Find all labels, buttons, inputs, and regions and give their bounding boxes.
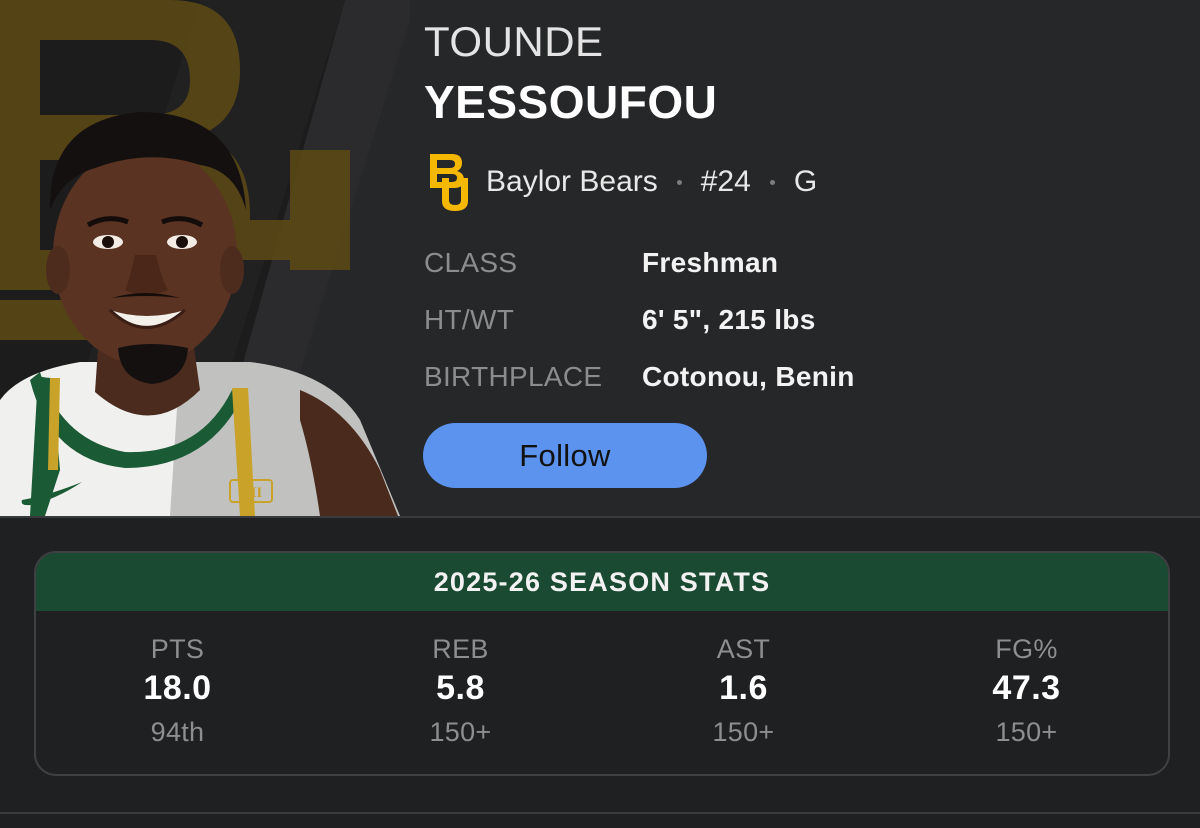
stat-rank: 150+ [429, 717, 492, 747]
player-first-name: TOUNDE [424, 18, 604, 65]
stat-rank: 150+ [712, 717, 775, 747]
player-profile-page: XII TOUNDE YESSOUFOU Baylor Bears #24 G [0, 0, 1200, 828]
season-stats-row: PTS 18.0 94th REB 5.8 150+ AST 1.6 150+ … [36, 611, 1168, 774]
player-header: XII TOUNDE YESSOUFOU Baylor Bears #24 G [0, 0, 1200, 516]
bio-row-class: CLASS Freshman [424, 234, 855, 291]
separator-dot [769, 179, 775, 185]
stat-value: 5.8 [436, 669, 485, 707]
separator-dot [676, 179, 682, 185]
bio-row-height-weight: HT/WT 6' 5", 215 lbs [424, 291, 855, 348]
bio-value: Freshman [642, 246, 779, 278]
bottom-divider [0, 812, 1200, 814]
baylor-bu-logo-icon[interactable] [428, 152, 474, 212]
stat-reb[interactable]: REB 5.8 150+ [319, 611, 602, 774]
season-stats-card: 2025-26 SEASON STATS PTS 18.0 94th REB 5… [34, 551, 1170, 776]
stat-value: 18.0 [143, 669, 212, 707]
season-stats-title: 2025-26 SEASON STATS [36, 553, 1168, 611]
bio-label: BIRTHPLACE [424, 360, 603, 392]
player-position: G [793, 165, 818, 198]
stat-fg-pct[interactable]: FG% 47.3 150+ [885, 611, 1168, 774]
stat-label: PTS [150, 634, 205, 664]
team-name[interactable]: Baylor Bears [486, 165, 658, 199]
stat-ast[interactable]: AST 1.6 150+ [602, 611, 885, 774]
stat-pts[interactable]: PTS 18.0 94th [36, 611, 319, 774]
stat-value: 1.6 [719, 669, 768, 707]
stat-rank: 94th [150, 717, 205, 747]
player-bio: CLASS Freshman HT/WT 6' 5", 215 lbs BIRT… [424, 234, 855, 405]
svg-text:XII: XII [240, 485, 263, 501]
player-hero-image: XII [0, 0, 410, 516]
section-divider [0, 516, 1200, 518]
stat-label: AST [716, 634, 771, 664]
stat-value: 47.3 [992, 669, 1061, 707]
follow-button[interactable]: Follow [423, 423, 707, 488]
stat-rank: 150+ [995, 717, 1058, 747]
team-info-line: Baylor Bears #24 G [428, 152, 817, 212]
bio-value: Cotonou, Benin [642, 360, 855, 392]
bio-row-birthplace: BIRTHPLACE Cotonou, Benin [424, 348, 855, 405]
stat-label: REB [432, 634, 489, 664]
bio-label: CLASS [424, 246, 518, 278]
stat-label: FG% [995, 634, 1058, 664]
player-last-name: YESSOUFOU [424, 76, 718, 128]
player-headshot: XII [0, 0, 410, 516]
bio-value: 6' 5", 215 lbs [642, 303, 816, 335]
bio-label: HT/WT [424, 303, 515, 335]
jersey-number: #24 [700, 165, 751, 198]
